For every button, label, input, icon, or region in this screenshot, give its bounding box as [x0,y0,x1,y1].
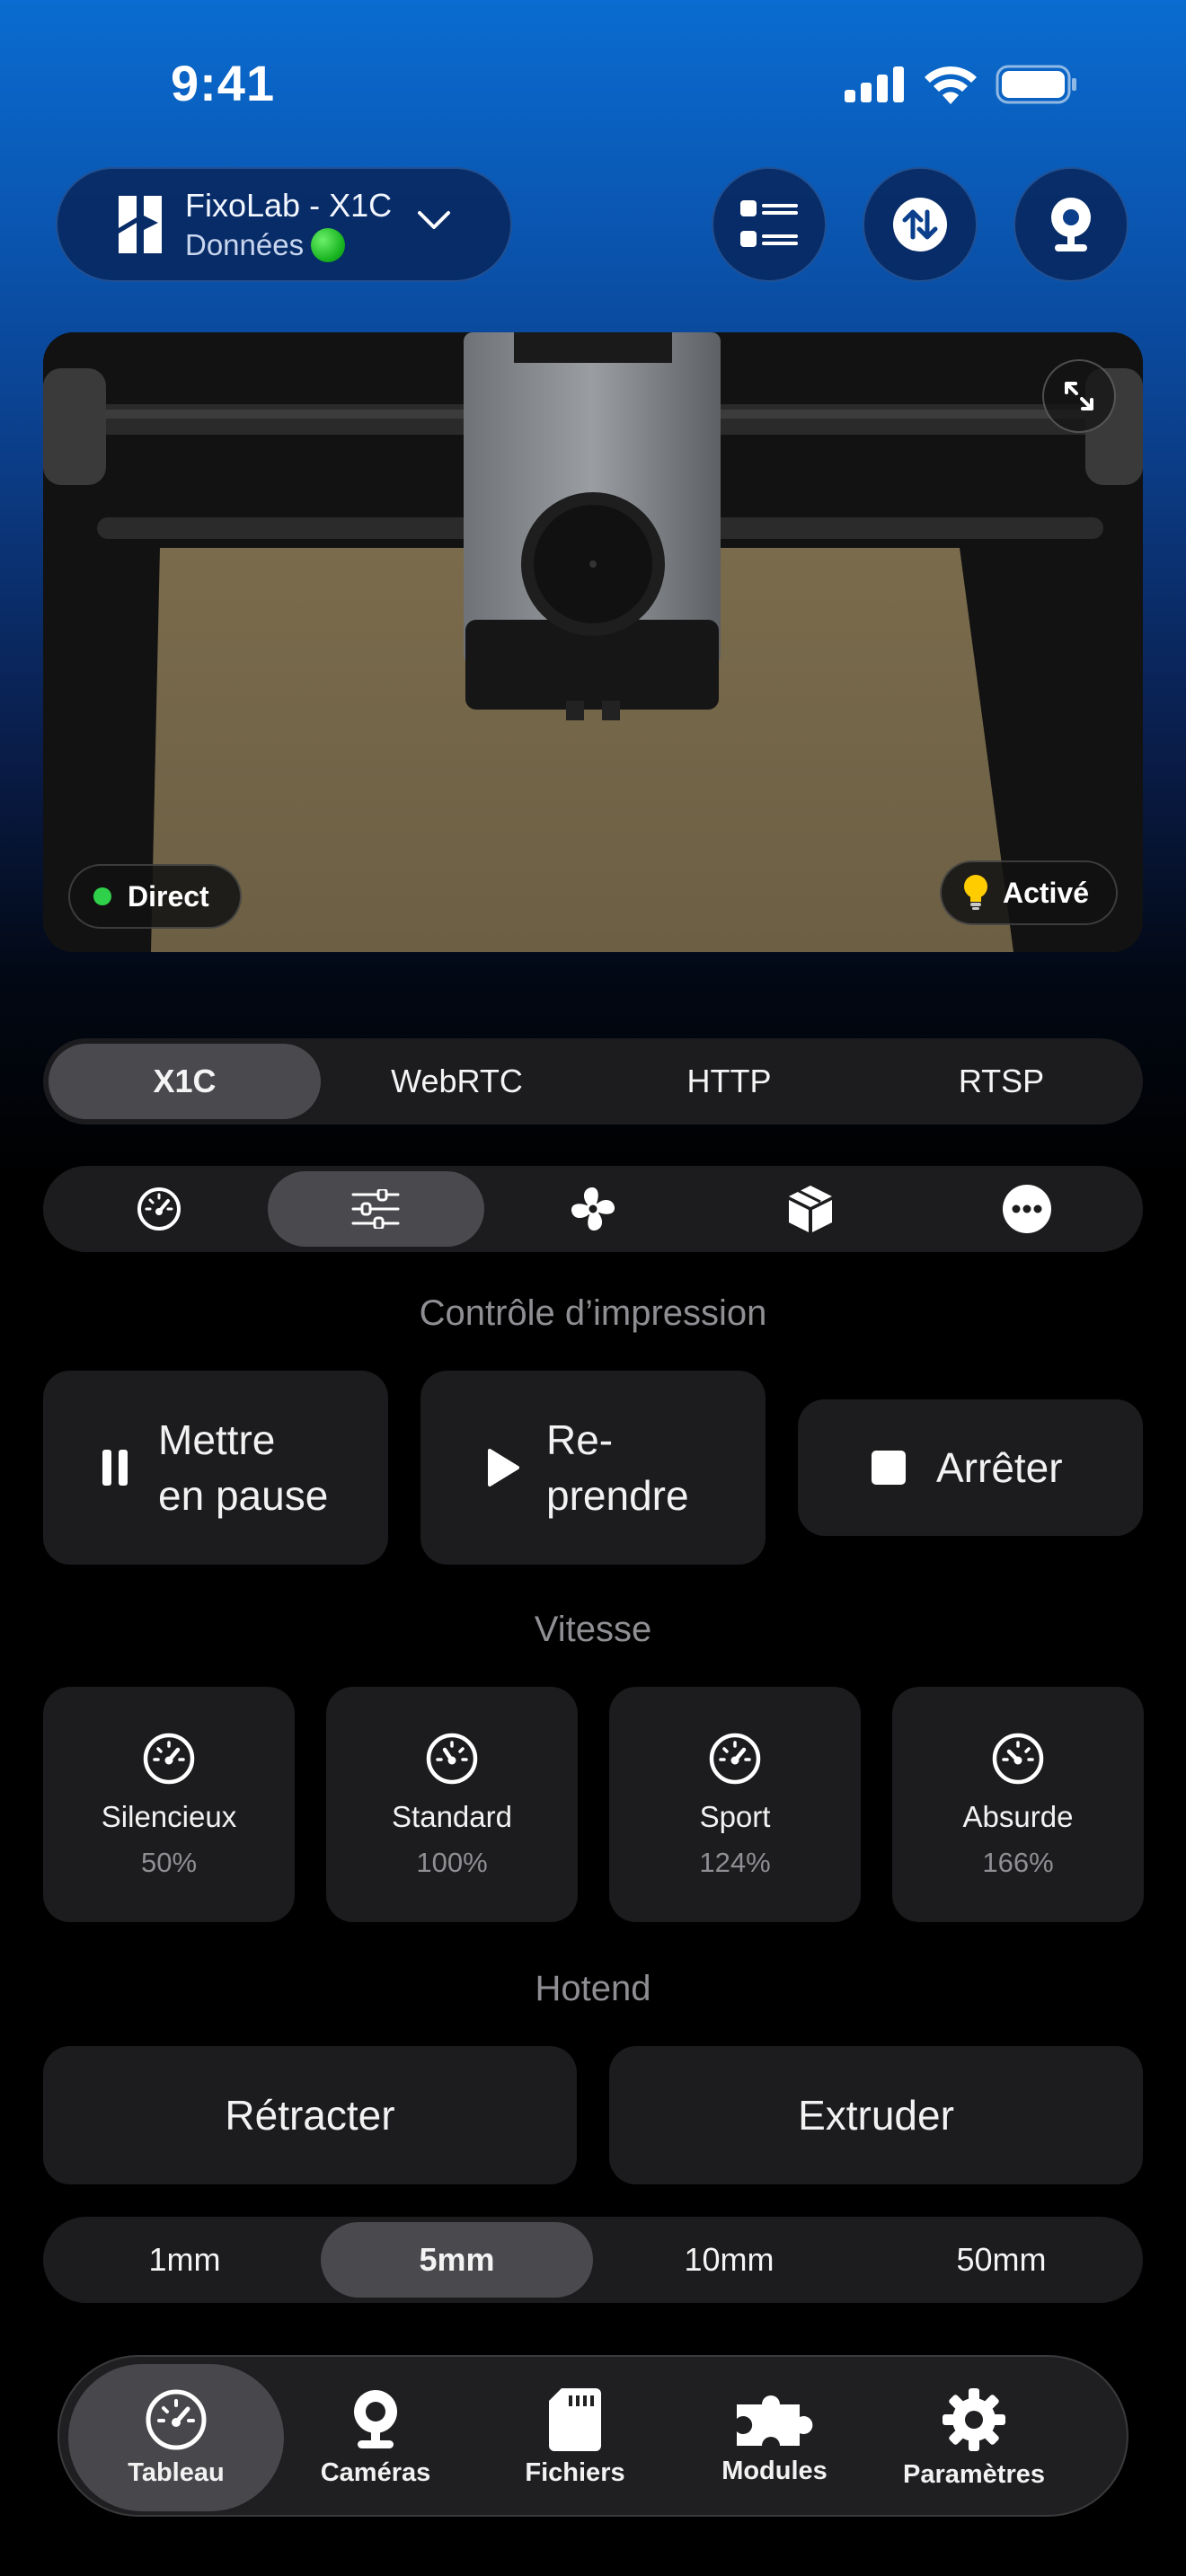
stream-tab-http[interactable]: HTTP [593,1044,865,1119]
bottom-tab-bar: Tableau Caméras Fichiers Modules Paramèt… [58,2355,1128,2517]
speed-mode-name: Standard [392,1800,512,1833]
printer-name: FixoLab - X1C [185,187,393,224]
pause-icon [102,1450,128,1486]
stream-source-selector: X1C WebRTC HTTP RTSP [43,1038,1143,1125]
tab-label: Caméras [320,2457,431,2487]
webcam-icon [1051,198,1091,251]
resume-label-line2: prendre [546,1472,689,1519]
panel-tab-controls[interactable] [267,1171,485,1247]
box-icon [788,1186,832,1232]
speed-mode-name: Silencieux [101,1800,237,1833]
stream-tab-rtsp[interactable]: RTSP [865,1044,1137,1119]
transfer-arrows-icon [893,198,947,251]
fullscreen-button[interactable] [1042,359,1116,433]
speed-mode-percent: 166% [982,1847,1054,1878]
lightbulb-icon [963,875,987,910]
pause-label-line1: Mettre [158,1416,276,1463]
live-badge: Direct [68,864,242,929]
extrude-distance-selector: 1mm 5mm 10mm 50mm [43,2217,1143,2303]
resume-label-line1: Re- [546,1416,614,1463]
more-icon [1003,1185,1052,1233]
tab-settings[interactable]: Paramètres [866,2364,1082,2511]
print-control-title: Contrôle d’impression [419,1293,767,1333]
speedometer-icon [143,1733,195,1785]
webcam-icon [354,2389,397,2448]
transfer-button[interactable] [863,167,978,282]
distance-5mm[interactable]: 5mm [321,2222,593,2298]
speed-mode-percent: 124% [699,1847,771,1878]
live-label: Direct [128,879,209,913]
gauge-icon [137,1187,181,1231]
bambu-logo-icon [119,196,162,253]
stop-icon [872,1451,906,1485]
live-dot [93,887,111,905]
gear-icon [943,2387,1005,2451]
tab-files[interactable]: Fichiers [467,2364,683,2511]
resume-button[interactable]: Re- prendre [420,1371,766,1565]
panel-tab-gauge[interactable] [50,1171,268,1247]
pause-button[interactable]: Mettre en pause [43,1371,388,1565]
webcam-button[interactable] [1013,167,1128,282]
retract-button[interactable]: Rétracter [43,2046,577,2184]
extrude-button[interactable]: Extruder [609,2046,1143,2184]
tab-label: Modules [721,2456,828,2485]
battery-icon [996,65,1076,104]
stream-tab-webrtc[interactable]: WebRTC [321,1044,593,1119]
printer-status: Données [185,228,305,261]
hotend-title: Hotend [535,1969,651,2008]
tab-label: Fichiers [525,2457,625,2487]
chamber-light-toggle[interactable]: Activé [939,860,1118,925]
dashboard-icon [146,2389,207,2449]
tab-cameras[interactable]: Caméras [268,2364,483,2511]
puzzle-icon [737,2395,813,2446]
stop-label: Arrêter [936,1443,1063,1491]
wifi-icon [925,66,977,104]
speed-mode-ludicrous[interactable]: Absurde 166% [892,1687,1144,1922]
stream-tab-x1c[interactable]: X1C [49,1044,321,1119]
online-status-dot [311,228,346,262]
status-time: 9:41 [171,55,276,111]
sliders-icon [351,1189,400,1229]
distance-1mm[interactable]: 1mm [49,2222,321,2298]
control-panel-tabs [43,1166,1143,1252]
expand-icon [1065,382,1093,410]
speed-mode-name: Sport [699,1800,771,1833]
pause-label-line2: en pause [158,1472,329,1519]
tab-dashboard[interactable]: Tableau [68,2364,284,2511]
panel-tab-more[interactable] [918,1171,1136,1247]
speed-mode-percent: 100% [416,1847,488,1878]
list-view-button[interactable] [712,167,827,282]
status-icons [845,65,1078,104]
speed-mode-percent: 50% [140,1847,198,1878]
speed-mode-standard[interactable]: Standard 100% [326,1687,578,1922]
speedometer-icon [426,1733,478,1785]
panel-tab-fans[interactable] [484,1171,702,1247]
camera-image [43,332,1143,952]
list-icon [740,200,798,247]
panel-tab-filament[interactable] [702,1171,919,1247]
cellular-signal-icon [845,66,904,102]
distance-10mm[interactable]: 10mm [593,2222,865,2298]
chevron-down-icon [418,211,450,229]
speedometer-icon [992,1733,1044,1785]
sd-card-icon [549,2387,601,2451]
distance-50mm[interactable]: 50mm [865,2222,1137,2298]
speed-title: Vitesse [534,1610,652,1649]
tab-label: Tableau [128,2457,225,2487]
light-label: Activé [1002,876,1089,909]
tab-modules[interactable]: Modules [667,2364,882,2511]
speedometer-icon [709,1733,761,1785]
fan-icon [571,1187,615,1231]
play-icon [488,1449,519,1486]
speed-mode-name: Absurde [962,1800,1074,1833]
stop-button[interactable]: Arrêter [798,1399,1143,1536]
speed-mode-sport[interactable]: Sport 124% [609,1687,861,1922]
speed-mode-silent[interactable]: Silencieux 50% [43,1687,295,1922]
printer-selector[interactable]: FixoLab - X1C Données [56,167,512,282]
tab-label: Paramètres [903,2459,1045,2489]
camera-feed[interactable]: Direct Activé [43,332,1143,952]
